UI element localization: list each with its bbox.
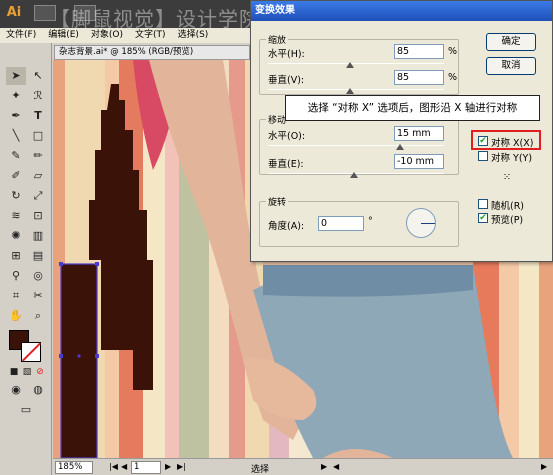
lasso-tool-icon[interactable]: ℛ — [28, 87, 48, 105]
selection-handle[interactable] — [59, 262, 63, 266]
random-checkbox[interactable] — [478, 199, 488, 209]
scale-horizontal-input[interactable]: 85 — [394, 44, 444, 59]
tools-panel: ➤ ↖ ✦ ℛ ✒ T ╲ □ ✎ ✏ ✐ ▱ ↻ ⤢ ≋ ⊡ ✺ ▥ ⊞ ▤ … — [0, 43, 52, 475]
menu-file[interactable]: 文件(F) — [0, 28, 42, 43]
reflect-y-checkbox[interactable] — [478, 151, 488, 161]
scale-horizontal-label: 水平(H): — [268, 49, 305, 60]
scroll-right-icon[interactable]: ▶ — [541, 462, 547, 471]
blend-tool-icon[interactable]: ◎ — [28, 267, 48, 285]
preview-label[interactable]: 预览(P) — [491, 212, 523, 226]
rotate-group: 旋转 角度(A): 0 ° — [259, 195, 459, 247]
free-transform-tool-icon[interactable]: ⊡ — [28, 207, 48, 225]
scissors-tool-icon[interactable]: ✂ — [28, 287, 48, 305]
move-horizontal-label: 水平(O): — [268, 131, 306, 142]
scale-group: 缩放 水平(H): 85 % 垂直(V): 85 % — [259, 33, 459, 95]
cancel-button[interactable]: 取消 — [486, 57, 536, 75]
move-vertical-label: 垂直(E): — [268, 159, 304, 170]
scale-horizontal-unit: % — [448, 46, 458, 57]
graph-tool-icon[interactable]: ▥ — [28, 227, 48, 245]
selected-rectangle[interactable] — [60, 263, 98, 458]
selection-handle[interactable] — [59, 354, 63, 358]
screen-mode-icon[interactable]: ▭ — [16, 401, 36, 419]
move-horizontal-thumb[interactable] — [396, 144, 404, 150]
move-group: 移动 水平(O): 15 mm 垂直(E): -10 mm — [259, 113, 459, 178]
rotate-tool-icon[interactable]: ↻ — [6, 187, 26, 205]
scale-tool-icon[interactable]: ⤢ — [28, 187, 48, 205]
menu-select[interactable]: 选择(S) — [172, 28, 215, 43]
rectangle-tool-icon[interactable]: □ — [28, 127, 48, 145]
zoom-field[interactable]: 185% — [55, 461, 93, 474]
menu-object[interactable]: 对象(O) — [85, 28, 129, 43]
menu-edit[interactable]: 编辑(E) — [42, 28, 85, 43]
type-tool-icon[interactable]: T — [28, 107, 48, 125]
preview-checkbox[interactable]: ✔ — [478, 213, 488, 223]
direct-selection-tool-icon[interactable]: ↖ — [28, 67, 48, 85]
status-bar: 185% |◀ ◀ 1 ▶ ▶| 选择 ▶ ◀ ▶ — [53, 458, 553, 475]
move-horizontal-slider[interactable] — [268, 145, 444, 146]
eyedropper-tool-icon[interactable]: ⚲ — [6, 267, 26, 285]
stroke-swatch[interactable] — [21, 342, 42, 362]
symbol-sprayer-tool-icon[interactable]: ✺ — [6, 227, 26, 245]
draw-behind-icon[interactable]: ◍ — [28, 381, 48, 399]
status-menu-icon[interactable]: ▶ — [321, 462, 327, 471]
rotate-group-label: 旋转 — [266, 195, 289, 208]
pen-tool-icon[interactable]: ✒ — [6, 107, 26, 125]
line-tool-icon[interactable]: ╲ — [6, 127, 26, 145]
magic-wand-tool-icon[interactable]: ✦ — [6, 87, 26, 105]
rotate-angle-dial[interactable] — [406, 208, 436, 238]
hand-tool-icon[interactable]: ✋ — [6, 307, 26, 325]
first-page-icon[interactable]: |◀ — [109, 462, 118, 471]
rotate-angle-unit: ° — [368, 216, 373, 227]
selection-handle[interactable] — [95, 262, 99, 266]
next-page-icon[interactable]: ▶ — [165, 462, 171, 471]
mesh-tool-icon[interactable]: ⊞ — [6, 247, 26, 265]
draw-mode-icon[interactable]: ◉ — [6, 381, 26, 399]
scroll-left-icon[interactable]: ◀ — [333, 462, 339, 471]
selection-handle[interactable] — [95, 354, 99, 358]
scale-vertical-thumb[interactable] — [346, 88, 354, 94]
reflect-y-label[interactable]: 对称 Y(Y) — [491, 150, 532, 164]
move-vertical-input[interactable]: -10 mm — [394, 154, 444, 169]
highlight-box — [471, 130, 541, 150]
pencil-tool-icon[interactable]: ✏ — [28, 147, 48, 165]
warp-tool-icon[interactable]: ≋ — [6, 207, 26, 225]
dialog-title: 变换效果 — [251, 1, 552, 21]
scale-vertical-slider[interactable] — [268, 89, 444, 90]
scale-vertical-input[interactable]: 85 — [394, 70, 444, 85]
document-tab[interactable]: 杂志背景.ai* @ 185% (RGB/预览) — [54, 45, 250, 60]
tutorial-callout: 选择 “对称 X” 选项后，图形沿 X 轴进行对称 — [285, 95, 540, 121]
reference-point-icon[interactable]: ⁙ — [500, 171, 514, 185]
page-field[interactable]: 1 — [131, 461, 161, 474]
menu-type[interactable]: 文字(T) — [129, 28, 172, 43]
scale-vertical-label: 垂直(V): — [268, 75, 305, 86]
last-page-icon[interactable]: ▶| — [177, 462, 186, 471]
selection-center — [77, 354, 81, 358]
gradient-tool-icon[interactable]: ▤ — [28, 247, 48, 265]
app-logo: Ai — [6, 5, 22, 20]
zoom-tool-icon[interactable]: ⌕ — [28, 307, 48, 325]
none-mode-icon[interactable]: ⊘ — [30, 363, 50, 381]
move-horizontal-input[interactable]: 15 mm — [394, 126, 444, 141]
move-vertical-thumb[interactable] — [350, 172, 358, 178]
status-text: 选择 — [251, 465, 270, 475]
eraser-tool-icon[interactable]: ▱ — [28, 167, 48, 185]
scale-group-label: 缩放 — [266, 33, 289, 46]
slice-tool-icon[interactable]: ⌗ — [6, 287, 26, 305]
menubar: 文件(F) 编辑(E) 对象(O) 文字(T) 选择(S) — [0, 28, 250, 43]
skirt-waistband — [263, 265, 473, 297]
scale-horizontal-thumb[interactable] — [346, 62, 354, 68]
scale-horizontal-slider[interactable] — [268, 63, 444, 64]
scale-vertical-unit: % — [448, 72, 458, 83]
ok-button[interactable]: 确定 — [486, 33, 536, 51]
rotate-angle-label: 角度(A): — [268, 221, 305, 232]
selection-tool-icon[interactable]: ➤ — [6, 67, 26, 85]
blob-brush-tool-icon[interactable]: ✐ — [6, 167, 26, 185]
prev-page-icon[interactable]: ◀ — [121, 462, 127, 471]
rotate-angle-input[interactable]: 0 — [318, 216, 364, 231]
paintbrush-tool-icon[interactable]: ✎ — [6, 147, 26, 165]
random-label[interactable]: 随机(R) — [491, 198, 524, 212]
